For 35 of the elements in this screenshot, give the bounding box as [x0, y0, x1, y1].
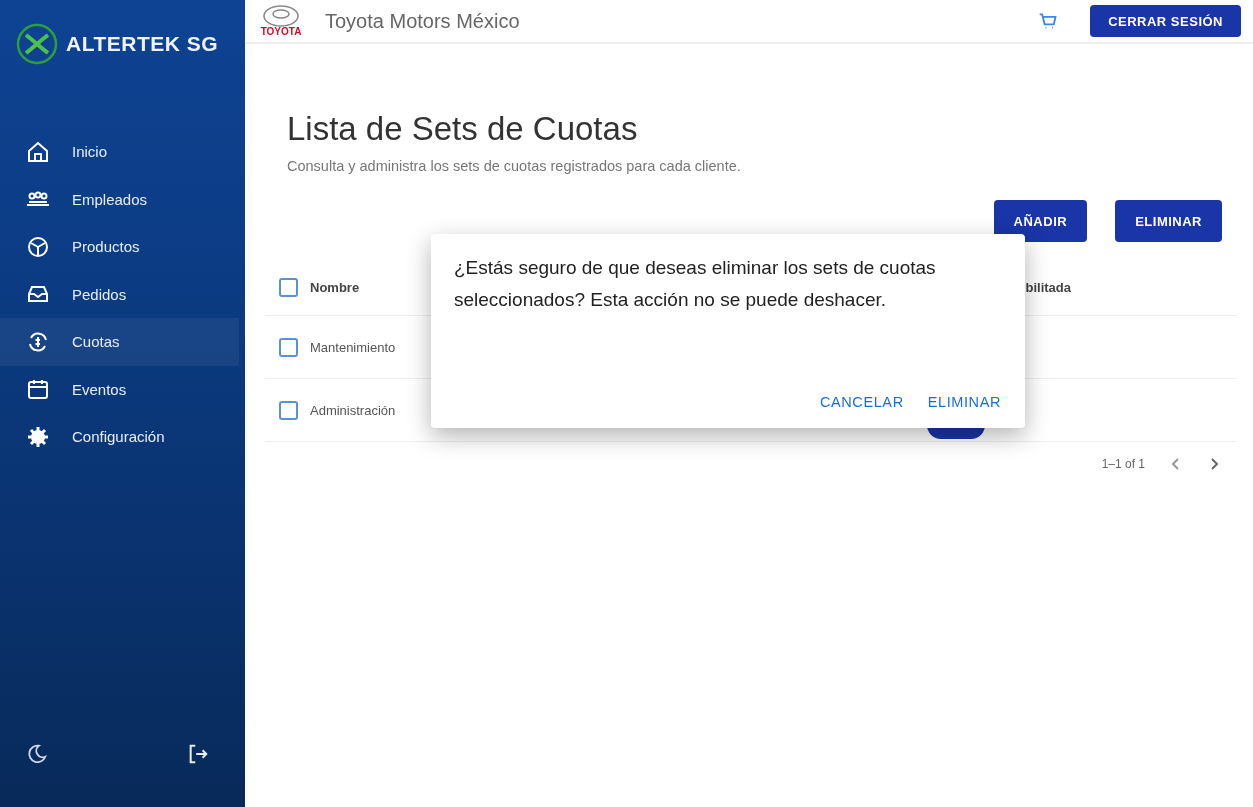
sidebar-item[interactable]: Productos [0, 223, 245, 271]
sidebar-item[interactable]: Empleados [0, 175, 245, 223]
dialog-message: ¿Estás seguro de que deseas eliminar los sets de cuotas seleccionados? Esta acción no se puede deshacer. [454, 256, 937, 312]
logo-icon [16, 23, 58, 65]
logout-icon[interactable] [187, 743, 209, 765]
page-title: Lista de Sets de Cuotas [287, 110, 639, 148]
logo-text: ALTERTEK SG [66, 32, 219, 56]
brand-logo-text: TOYOTA [260, 27, 302, 37]
cart-icon[interactable] [1038, 11, 1059, 31]
table-cell: Mantenimiento [310, 339, 396, 355]
sidebar-item[interactable]: Inicio [0, 128, 245, 176]
gear-icon [26, 424, 50, 449]
action-button[interactable]: AÑADIR [993, 200, 1088, 242]
box-icon [26, 234, 50, 259]
action-button[interactable]: ELIMINAR [1115, 200, 1222, 242]
moon-icon[interactable] [26, 743, 48, 765]
select-all-checkbox[interactable] [279, 278, 298, 297]
sidebar-item[interactable]: Eventos [0, 365, 245, 413]
pagination-text: 1–1 of 1 [1101, 457, 1145, 471]
sidebar-item[interactable]: Configuración [0, 413, 245, 461]
sidebar-item[interactable]: Cuotas [0, 318, 239, 366]
row-checkbox[interactable] [279, 400, 298, 420]
home-icon [26, 139, 50, 164]
sidebar-item[interactable]: Pedidos [0, 270, 245, 318]
page-subtitle: Consulta y administra los sets de cuotas registrados para cada cliente. [287, 158, 742, 174]
logout-button[interactable]: CERRAR SESIÓN [1090, 5, 1241, 37]
company-name: Toyota Motors México [325, 9, 520, 33]
table-cell: Administración [310, 402, 396, 418]
calendar-icon [26, 377, 50, 402]
dialog-button[interactable]: ELIMINAR [919, 388, 1009, 416]
column-header: Nombre [310, 280, 361, 295]
row-checkbox[interactable] [279, 337, 298, 357]
toyota-emblem-icon [262, 5, 300, 27]
dialog-button[interactable]: CANCELAR [811, 388, 912, 416]
column-header: bilitada [1025, 280, 1072, 295]
